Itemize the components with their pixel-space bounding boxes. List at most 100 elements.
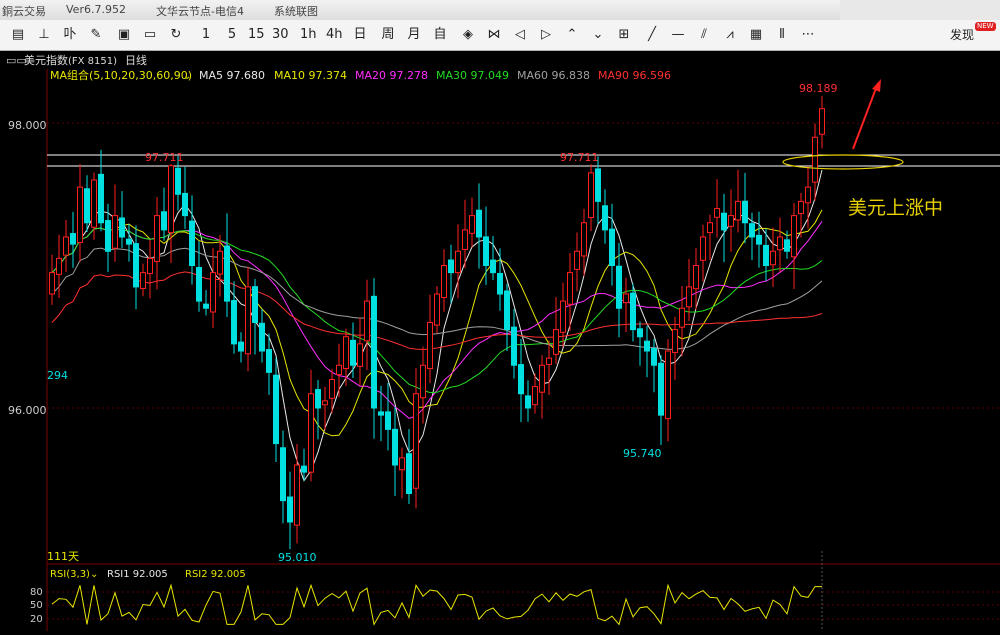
low-label-1: 95.010 (278, 551, 317, 564)
period-label[interactable]: 日线 (125, 53, 147, 67)
ma-legend-item: MA10 97.374 (274, 69, 347, 82)
candlestick-chart[interactable]: ▭▭ 美元指数 (FX 8151) 日线 MA组合(5,10,20,30,60,… (0, 51, 1000, 631)
grid-icon[interactable]: ▦ (748, 25, 764, 45)
period-5-button[interactable]: 5 (224, 25, 240, 45)
zoom-in-icon[interactable]: ◈ (460, 25, 476, 45)
discover-button[interactable]: 发现 (950, 26, 974, 43)
candle-body (84, 188, 90, 224)
symbol-code: (FX 8151) (68, 56, 117, 67)
screen-icon[interactable]: ▣ (116, 25, 132, 45)
candle-body (112, 215, 118, 249)
candle-icon[interactable]: ⊥ (36, 25, 52, 45)
candle-body (70, 233, 76, 245)
y-tick-96: 96.000 (8, 404, 47, 417)
period-1h-button[interactable]: 1h (300, 25, 317, 45)
left-edge-label: 294 (47, 369, 68, 382)
candle-body (735, 200, 741, 221)
high-label-2: 97.711 (560, 151, 599, 164)
candle-body (126, 238, 132, 245)
parallel-icon[interactable]: ⫽ (696, 25, 712, 45)
candle-body (700, 236, 706, 261)
period-15-button[interactable]: 15 (248, 25, 265, 45)
candle-body (812, 136, 818, 183)
candle-body (595, 168, 601, 202)
high-label-1: 97.711 (145, 151, 184, 164)
ma-group-dropdown-icon[interactable]: ⌄ (183, 71, 191, 82)
fib-icon[interactable]: ⩘ (722, 25, 738, 45)
up-icon[interactable]: ⌃ (564, 25, 580, 45)
period-custom-button[interactable]: 自 (432, 25, 448, 45)
days-count-label: 111天 (47, 550, 79, 563)
candle-body (203, 303, 209, 309)
split-icon[interactable]: 卟 (62, 25, 78, 45)
candle-body (791, 215, 797, 258)
candle-body (189, 220, 195, 266)
candle-body (147, 257, 153, 275)
candle-body (469, 215, 475, 234)
candle-body (287, 496, 293, 523)
toolbar: ▤ ⊥ 卟 ✎ ▣ ▭ ↻ 1 5 15 30 1h 4h 日周月自 ◈ ⋈ ◁ ▷ ⌃ ⌄ ⊞ ╱ — ⫽ ⩘ ▦ ⦀ ⋯ 发现 N… (0, 20, 1000, 51)
candle-body (644, 340, 650, 352)
symbol-name: 美元指数 (24, 53, 68, 67)
line-icon[interactable]: ╱ (644, 25, 660, 45)
candle-body (504, 290, 510, 331)
candle-body (511, 326, 517, 366)
period-month-button[interactable]: 月 (406, 25, 422, 45)
save-icon[interactable]: ▭ (142, 25, 158, 45)
candle-body (462, 229, 468, 250)
candle-body (329, 379, 335, 399)
layout-icon[interactable]: ⊞ (616, 25, 632, 45)
candle-body (686, 286, 692, 308)
candle-body (756, 234, 762, 245)
candle-body (301, 465, 307, 473)
candle-body (357, 343, 363, 367)
hline-icon[interactable]: — (670, 25, 686, 45)
table-view-icon[interactable]: ▤ (10, 25, 26, 45)
rsi1-value: RSI1 92.005 (107, 569, 168, 580)
y-tick-98: 98.000 (8, 119, 47, 132)
zoom-out-icon[interactable]: ⋈ (486, 25, 502, 45)
ma-legend-item: MA60 96.838 (517, 69, 590, 82)
period-30-button[interactable]: 30 (272, 25, 289, 45)
candle-body (637, 328, 643, 338)
period-day-button[interactable]: 日 (352, 25, 368, 45)
candle-body (784, 239, 790, 252)
bars-icon[interactable]: ⦀ (774, 25, 790, 45)
period-1-button[interactable]: 1 (198, 25, 214, 45)
refresh-icon[interactable]: ↻ (168, 25, 184, 45)
candle-body (532, 386, 538, 406)
chart-area[interactable]: ▭▭ 美元指数 (FX 8151) 日线 MA组合(5,10,20,30,60,… (0, 51, 1000, 631)
new-badge: NEW (975, 22, 996, 31)
app-version: Ver6.7.952 (66, 3, 126, 16)
candle-body (182, 192, 188, 217)
left-icon[interactable]: ◁ (512, 25, 528, 45)
candle-body (539, 364, 545, 393)
rsi2-value: RSI2 92.005 (185, 569, 246, 580)
candle-body (553, 329, 559, 355)
menu-chart[interactable]: 系统联图 (274, 3, 318, 19)
period-week-button[interactable]: 周 (380, 25, 396, 45)
more-icon[interactable]: ⋯ (800, 25, 816, 45)
candle-body (315, 389, 321, 409)
period-4h-button[interactable]: 4h (326, 25, 343, 45)
server-node[interactable]: 文华云节点-电信4 (156, 3, 244, 19)
candle-body (336, 364, 342, 376)
rsi-dropdown-icon[interactable]: ⌄ (90, 569, 98, 580)
candle-body (742, 200, 748, 224)
candle-body (378, 411, 384, 416)
candle-body (343, 336, 349, 370)
candle-body (819, 108, 825, 135)
draw-icon[interactable]: ✎ (88, 25, 104, 45)
ma-group-label[interactable]: MA组合(5,10,20,30,60,90) (50, 68, 192, 82)
right-icon[interactable]: ▷ (538, 25, 554, 45)
candle-body (427, 322, 433, 370)
rsi-title[interactable]: RSI(3,3) (50, 569, 90, 580)
candle-body (588, 172, 594, 219)
candle-body (448, 259, 454, 274)
candle-body (399, 457, 405, 471)
candle-body (294, 464, 300, 526)
down-icon[interactable]: ⌄ (590, 25, 606, 45)
candle-body (168, 165, 174, 234)
candle-body (728, 215, 734, 227)
candle-body (77, 186, 83, 243)
